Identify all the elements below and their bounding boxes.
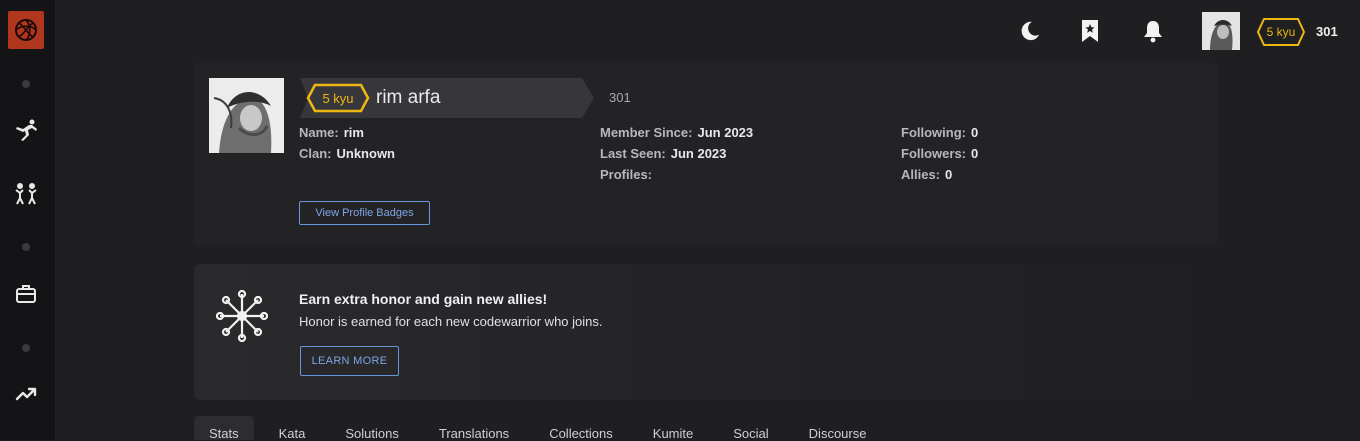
rank-badge: 5 kyu (1256, 17, 1306, 47)
moon-icon[interactable] (1017, 18, 1043, 44)
promo-title: Earn extra honor and gain new allies! (299, 291, 548, 307)
promo-subtitle: Honor is earned for each new codewarrior… (299, 314, 603, 329)
profile-tabs: Stats Kata Solutions Translations Collec… (194, 416, 891, 441)
profile-avatar (209, 78, 284, 153)
last-seen-label: Last Seen: (600, 146, 666, 161)
rank-text: 5 kyu (1266, 25, 1296, 39)
profiles-row: Profiles: (600, 167, 657, 182)
sidebar-divider (22, 243, 30, 251)
name-label: Name: (299, 125, 339, 140)
allies-row: Allies: 0 (901, 167, 952, 182)
leaderboards-icon[interactable] (12, 380, 40, 408)
sidebar-divider (22, 80, 30, 88)
following-label: Following: (901, 125, 966, 140)
profile-rank-text: 5 kyu (322, 90, 354, 106)
bookmark-icon[interactable] (1077, 18, 1103, 44)
member-since-label: Member Since: (600, 125, 693, 140)
honor-count: 301 (1316, 24, 1338, 39)
referral-promo: Earn extra honor and gain new allies! Ho… (194, 264, 1218, 400)
profile-card: 5 kyu rim arfa 301 Name: rim Clan: Unknown… (194, 63, 1218, 247)
name-value: rim (343, 125, 364, 140)
profiles-label: Profiles: (600, 167, 653, 182)
followers-value: 0 (971, 146, 979, 161)
tab-collections[interactable]: Collections (534, 416, 628, 441)
profile-honor: 301 (609, 90, 631, 105)
learn-more-button[interactable]: LEARN MORE (300, 346, 399, 376)
work-icon[interactable] (12, 280, 40, 308)
followers-label: Followers: (901, 146, 967, 161)
network-icon (215, 289, 269, 347)
last-seen-value: Jun 2023 (670, 146, 727, 161)
tab-social[interactable]: Social (718, 416, 783, 441)
tab-kumite[interactable]: Kumite (638, 416, 708, 441)
last-seen-row: Last Seen: Jun 2023 (600, 146, 726, 161)
bell-icon[interactable] (1140, 18, 1166, 44)
tab-solutions[interactable]: Solutions (330, 416, 413, 441)
tab-kata[interactable]: Kata (264, 416, 321, 441)
clan-row: Clan: Unknown (299, 146, 395, 161)
sidebar-divider (22, 344, 30, 352)
tab-discourse[interactable]: Discourse (794, 416, 882, 441)
following-value: 0 (970, 125, 979, 140)
allies-label: Allies: (901, 167, 941, 182)
clan-value: Unknown (336, 146, 396, 161)
user-avatar[interactable] (1202, 12, 1240, 50)
practice-icon[interactable] (12, 180, 40, 208)
tab-translations[interactable]: Translations (424, 416, 524, 441)
view-profile-badges-button[interactable]: View Profile Badges (299, 201, 430, 225)
member-since-row: Member Since: Jun 2023 (600, 125, 753, 140)
member-since-value: Jun 2023 (697, 125, 754, 140)
tab-stats[interactable]: Stats (194, 416, 254, 441)
sidebar (0, 0, 55, 440)
profile-rank-badge: 5 kyu (306, 83, 370, 113)
following-row: Following: 0 (901, 125, 978, 140)
username: rim arfa (376, 87, 441, 108)
clan-label: Clan: (299, 146, 332, 161)
logo-icon[interactable] (8, 11, 44, 49)
followers-row: Followers: 0 (901, 146, 978, 161)
training-icon[interactable] (12, 116, 40, 144)
name-row: Name: rim (299, 125, 364, 140)
name-banner: 5 kyu rim arfa (300, 78, 594, 118)
allies-value: 0 (945, 167, 953, 182)
